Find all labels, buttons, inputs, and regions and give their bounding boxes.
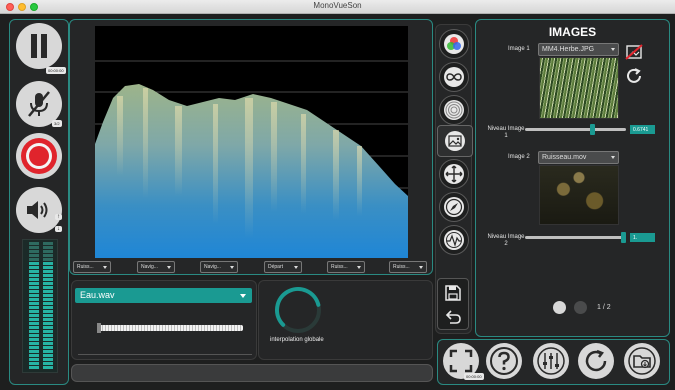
view-dropdown-4-label: Départ xyxy=(268,264,284,270)
view-dropdown-3[interactable]: Navig... xyxy=(200,261,238,273)
level2-slider-thumb[interactable] xyxy=(621,232,626,243)
level1-label: Niveau Image 1 xyxy=(487,126,525,139)
chevron-down-icon xyxy=(419,266,423,269)
infinity-icon xyxy=(444,67,464,87)
rgb-circles-icon xyxy=(444,34,464,54)
level2-value: 1. xyxy=(630,233,655,242)
record-icon xyxy=(21,138,57,174)
level1-slider[interactable] xyxy=(525,128,626,131)
concentric-circles-icon xyxy=(444,100,464,120)
pause-button[interactable] xyxy=(16,23,62,69)
question-mark-icon xyxy=(490,347,518,375)
image2-select[interactable]: Ruisseau.mov xyxy=(538,151,619,164)
images-title: IMAGES xyxy=(548,25,597,39)
no-image-icon xyxy=(625,44,643,60)
status-bar xyxy=(71,364,433,382)
pause-timer-badge: 00:00:00 xyxy=(46,67,66,74)
chevron-down-icon xyxy=(611,156,615,159)
waveform-terrain xyxy=(95,84,408,258)
image2-thumbnail xyxy=(539,165,619,225)
level1-slider-thumb[interactable] xyxy=(589,124,595,135)
view-dropdown-1[interactable]: Ruiss... xyxy=(73,261,111,273)
audio-playhead[interactable] xyxy=(97,323,101,333)
chevron-down-icon xyxy=(611,48,615,51)
volume-up-button[interactable]: ↑ xyxy=(55,214,62,220)
record-button[interactable] xyxy=(16,133,62,179)
chevron-down-icon xyxy=(240,294,246,298)
folder-open-icon xyxy=(628,347,656,375)
interpolation-knob[interactable] xyxy=(272,284,324,336)
visualization-canvas[interactable] xyxy=(95,26,408,258)
window-titlebar: MonoVueSon xyxy=(0,0,675,14)
pause-icon xyxy=(31,34,47,58)
signal-button[interactable] xyxy=(439,225,469,255)
audio-panel-divider xyxy=(78,354,252,355)
view-dropdown-2[interactable]: Navig... xyxy=(137,261,175,273)
chevron-down-icon xyxy=(230,266,234,269)
reset-button[interactable] xyxy=(578,343,614,379)
radial-mode-button[interactable] xyxy=(439,95,469,125)
compass-icon xyxy=(444,197,464,217)
vu-meter-level-right xyxy=(43,262,53,370)
chevron-down-icon xyxy=(167,266,171,269)
view-dropdown-6[interactable]: Ruiss... xyxy=(389,261,427,273)
image2-select-label: Ruisseau.mov xyxy=(542,154,587,161)
chevron-down-icon xyxy=(294,266,298,269)
vu-meter-level-left xyxy=(29,262,39,370)
remove-image1-button[interactable] xyxy=(625,44,643,60)
image2-label: Image 2 xyxy=(508,154,530,160)
view-dropdown-5-label: Ruiss... xyxy=(331,264,348,270)
compass-button[interactable] xyxy=(439,192,469,222)
audio-file-select-label: Eau.wav xyxy=(80,290,115,300)
audio-waveform-preview xyxy=(97,325,243,331)
page-dot-2[interactable] xyxy=(574,301,587,314)
sliders-icon xyxy=(537,347,565,375)
reload-image1-button[interactable] xyxy=(625,67,643,85)
chevron-down-icon xyxy=(357,266,361,269)
save-button[interactable] xyxy=(444,284,462,302)
level2-slider[interactable] xyxy=(525,236,626,239)
image-icon xyxy=(445,131,465,151)
chevron-down-icon xyxy=(103,266,107,269)
view-dropdown-4[interactable]: Départ xyxy=(264,261,302,273)
view-dropdown-3-label: Navig... xyxy=(204,264,221,270)
view-dropdown-6-label: Ruiss... xyxy=(393,264,410,270)
mixer-settings-button[interactable] xyxy=(533,343,569,379)
vu-meter xyxy=(22,239,58,373)
speaker-icon xyxy=(27,201,48,219)
volume-down-button[interactable]: ↓ xyxy=(55,226,62,232)
signal-wave-icon xyxy=(444,230,464,250)
interpolation-label: interpolation globale xyxy=(270,337,324,343)
images-mode-button[interactable] xyxy=(437,125,473,157)
fullscreen-icon xyxy=(449,349,473,373)
image1-select-label: MM4.Herbe.JPG xyxy=(542,46,595,53)
fullscreen-badge: 00:00:00 xyxy=(464,373,484,380)
image1-select[interactable]: MM4.Herbe.JPG xyxy=(538,43,619,56)
page-dot-1[interactable] xyxy=(553,301,566,314)
view-dropdown-1-label: Ruiss... xyxy=(77,264,94,270)
open-folder-button[interactable] xyxy=(624,343,660,379)
move-button[interactable] xyxy=(439,159,469,189)
undo-button[interactable] xyxy=(444,308,462,326)
view-dropdown-5[interactable]: Ruiss... xyxy=(327,261,365,273)
view-dropdown-2-label: Navig... xyxy=(141,264,158,270)
move-arrows-icon xyxy=(444,164,464,184)
floppy-disk-icon xyxy=(445,285,461,301)
reset-arrow-icon xyxy=(585,349,607,372)
pagination-label: 1 / 2 xyxy=(597,304,611,311)
level2-label: Niveau Image 2 xyxy=(487,234,525,247)
help-button[interactable] xyxy=(486,343,522,379)
level1-value: 0.6741 xyxy=(630,125,655,134)
window-title: MonoVueSon xyxy=(313,1,362,10)
loop-button[interactable] xyxy=(439,62,469,92)
image1-label: Image 1 xyxy=(508,46,530,52)
image1-thumbnail xyxy=(539,57,619,119)
mic-muted-icon xyxy=(28,91,50,117)
mic-badge: 3/2 xyxy=(52,120,62,127)
audio-file-select[interactable]: Eau.wav xyxy=(75,288,252,303)
refresh-icon xyxy=(627,68,641,83)
color-mode-button[interactable] xyxy=(439,29,469,59)
undo-arrow-icon xyxy=(445,310,461,324)
